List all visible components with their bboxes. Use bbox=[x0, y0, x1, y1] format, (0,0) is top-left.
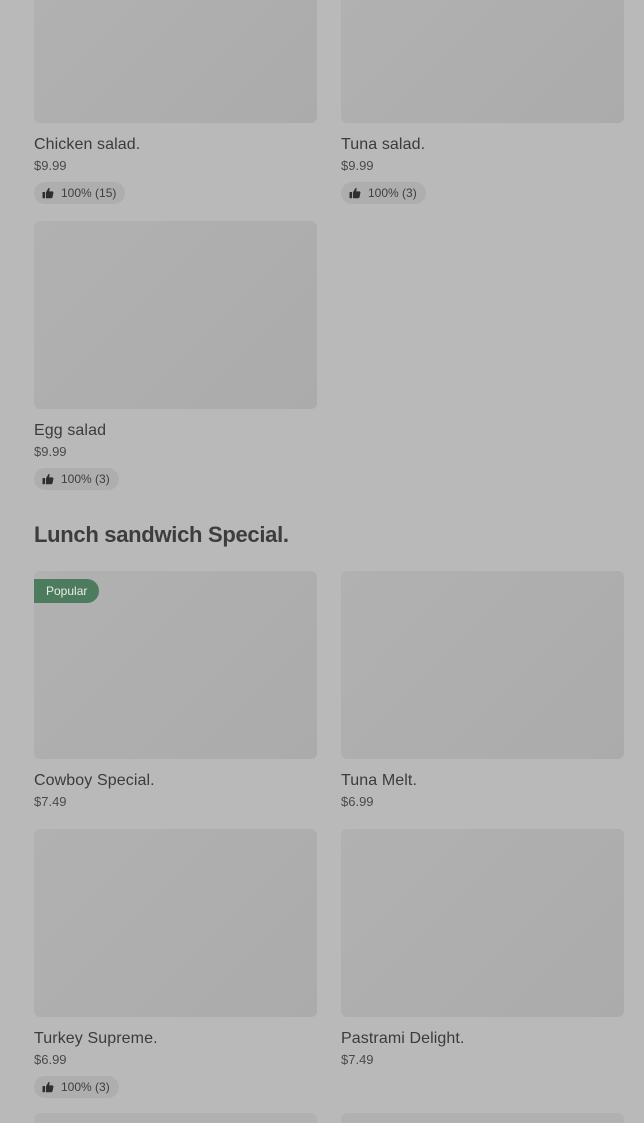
menu-item-image bbox=[34, 221, 317, 409]
menu-item-card[interactable]: Tuna Melt. $6.99 bbox=[341, 571, 624, 811]
thumbs-up-icon bbox=[42, 1081, 54, 1093]
menu-item-name: Chicken salad. bbox=[34, 136, 141, 153]
menu-item-price: $9.99 bbox=[341, 158, 374, 173]
menu-item-price: $9.99 bbox=[34, 444, 67, 459]
menu-item-price: $6.99 bbox=[341, 794, 374, 809]
menu-item-image-partial[interactable] bbox=[341, 1113, 624, 1123]
menu-item-name: Cowboy Special. bbox=[34, 772, 155, 789]
rating-badge: 100% (3) bbox=[34, 468, 119, 490]
menu-item-image bbox=[34, 829, 317, 1017]
menu-item-image-partial[interactable] bbox=[34, 1113, 317, 1123]
menu-item-name: Pastrami Delight. bbox=[341, 1030, 465, 1047]
thumbs-up-icon bbox=[42, 473, 54, 485]
menu-item-price: $7.49 bbox=[34, 794, 67, 809]
menu-item-price: $7.49 bbox=[341, 1052, 374, 1067]
menu-item-name: Tuna salad. bbox=[341, 136, 426, 153]
menu-item-price: $9.99 bbox=[34, 158, 67, 173]
menu-item-price: $6.99 bbox=[34, 1052, 67, 1067]
menu-item-image: Popular bbox=[34, 571, 317, 759]
rating-text: 100% (3) bbox=[368, 186, 417, 200]
menu-item-card[interactable]: Pastrami Delight. $7.49 bbox=[341, 829, 624, 1069]
menu-item-image bbox=[34, 0, 317, 123]
rating-badge: 100% (3) bbox=[34, 1076, 119, 1098]
menu-item-name: Tuna Melt. bbox=[341, 772, 417, 789]
menu-item-card[interactable]: Popular Cowboy Special. $7.49 bbox=[34, 571, 317, 811]
menu-item-image bbox=[341, 0, 624, 123]
popular-badge: Popular bbox=[34, 579, 100, 603]
menu-item-image bbox=[341, 829, 624, 1017]
menu-item-card[interactable]: Egg salad $9.99 100% (3) bbox=[34, 221, 317, 490]
menu-item-card[interactable]: Tuna salad. $9.99 100% (3) bbox=[341, 0, 624, 204]
menu-item-card[interactable]: Turkey Supreme. $6.99 100% (3) bbox=[34, 829, 317, 1098]
menu-item-name: Turkey Supreme. bbox=[34, 1030, 158, 1047]
menu-item-name: Egg salad bbox=[34, 422, 107, 439]
rating-text: 100% (15) bbox=[61, 186, 117, 200]
section-title: Lunch sandwich Special. bbox=[34, 522, 289, 547]
rating-text: 100% (3) bbox=[61, 1080, 110, 1094]
menu-item-card[interactable]: Chicken salad. $9.99 100% (15) bbox=[34, 0, 317, 204]
rating-text: 100% (3) bbox=[61, 472, 110, 486]
thumbs-up-icon bbox=[349, 187, 361, 199]
rating-badge: 100% (15) bbox=[34, 182, 126, 204]
thumbs-up-icon bbox=[42, 187, 54, 199]
rating-badge: 100% (3) bbox=[341, 182, 426, 204]
menu-item-image bbox=[341, 571, 624, 759]
